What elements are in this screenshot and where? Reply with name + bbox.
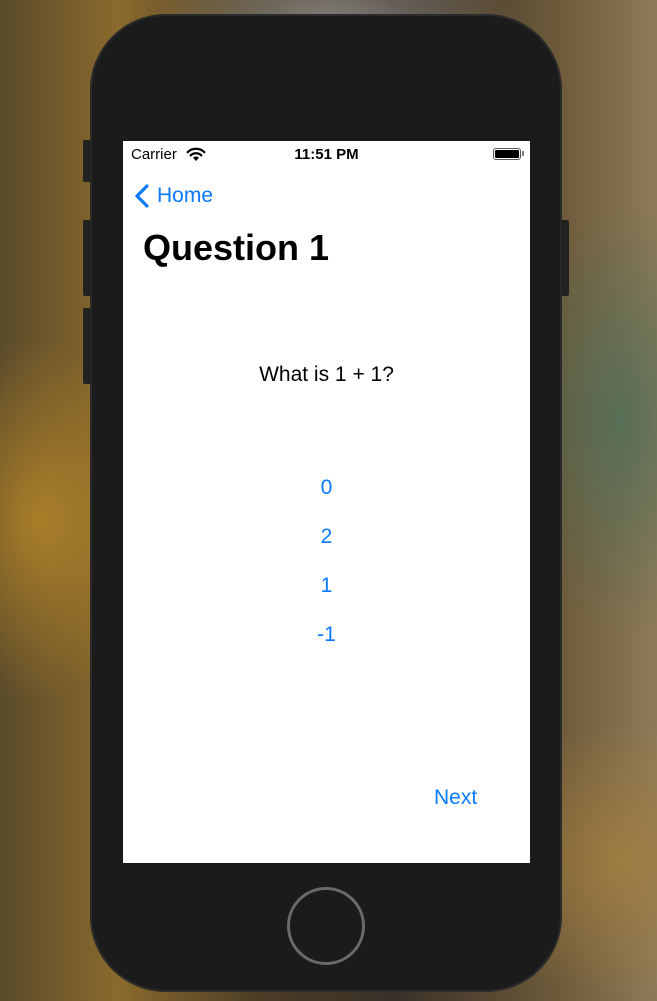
status-bar: Carrier 11:51 PM xyxy=(123,141,530,167)
volume-up-button xyxy=(83,220,91,296)
volume-down-button xyxy=(83,308,91,384)
battery-full-icon xyxy=(493,148,521,160)
next-button[interactable]: Next xyxy=(434,786,477,810)
home-button[interactable] xyxy=(287,887,365,965)
question-text: What is 1 + 1? xyxy=(259,363,394,386)
answer-option[interactable]: -1 xyxy=(123,623,530,647)
back-button-label: Home xyxy=(157,184,214,207)
back-button[interactable]: Home xyxy=(133,181,213,211)
page-title: Question 1 xyxy=(143,227,330,268)
status-time: 11:51 PM xyxy=(294,146,359,163)
battery-tip xyxy=(522,151,524,156)
answer-option[interactable]: 0 xyxy=(123,476,530,500)
chevron-left-icon xyxy=(135,184,149,208)
power-button xyxy=(561,220,569,296)
mute-switch xyxy=(83,140,91,182)
app-screen: Carrier 11:51 PM Home Question 1 What is… xyxy=(123,141,530,863)
answer-option[interactable]: 1 xyxy=(123,574,530,598)
battery-level-fill xyxy=(495,150,519,158)
answer-option[interactable]: 2 xyxy=(123,525,530,549)
